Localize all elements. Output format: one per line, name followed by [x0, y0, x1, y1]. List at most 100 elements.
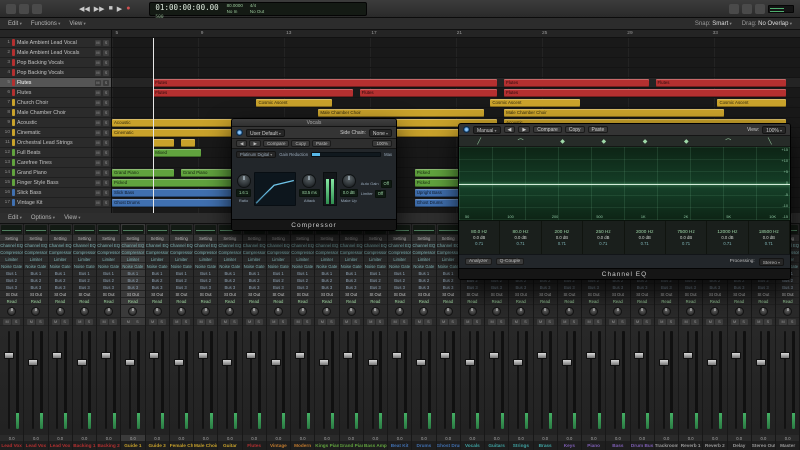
insert-slot[interactable]: Noise Gate — [0, 262, 24, 269]
eq-thumbnail[interactable] — [25, 225, 47, 234]
fader-cap[interactable] — [731, 351, 742, 359]
insert-slot[interactable]: Channel EQ — [242, 241, 266, 248]
solo-button[interactable]: S — [569, 318, 578, 325]
fader-cap[interactable] — [561, 359, 572, 367]
pan-knob[interactable] — [783, 306, 793, 316]
drag-control[interactable]: Drag: No Overlap — [742, 21, 792, 27]
insert-slot[interactable]: Noise Gate — [363, 262, 387, 269]
send-slot[interactable]: Bus 1 — [266, 269, 290, 276]
output-slot[interactable]: St Out — [24, 290, 48, 297]
solo-button[interactable]: S — [763, 318, 772, 325]
pan-knob[interactable] — [152, 306, 162, 316]
pan-knob[interactable] — [298, 306, 308, 316]
send-slot[interactable]: Bus 3 — [509, 283, 533, 290]
channel-strip[interactable]: SettingChannel EQCompressorLimiterNoise … — [218, 224, 243, 450]
send-slot[interactable]: Bus 3 — [533, 283, 557, 290]
send-slot[interactable]: Bus 1 — [291, 269, 315, 276]
mute-button[interactable]: M — [560, 318, 569, 325]
track-header[interactable]: 6 Flutes M S — [0, 88, 111, 98]
insert-slot[interactable]: Noise Gate — [339, 262, 363, 269]
eq-band-button-6[interactable]: ◆ — [684, 138, 689, 145]
channel-setting-slot[interactable]: Setting — [412, 234, 436, 241]
send-slot[interactable]: Bus 1 — [242, 269, 266, 276]
mute-button[interactable]: M — [585, 318, 594, 325]
send-slot[interactable]: Bus 1 — [412, 269, 436, 276]
output-slot[interactable]: St Out — [485, 290, 509, 297]
insert-slot[interactable]: Channel EQ — [388, 241, 412, 248]
region[interactable]: Cosmic Ascent — [490, 99, 580, 107]
channel-strip[interactable]: SettingChannel EQCompressorLimiterNoise … — [242, 224, 267, 450]
knob-dial[interactable] — [302, 174, 317, 188]
mixer-menu-options[interactable]: Options — [31, 215, 55, 221]
channel-setting-slot[interactable]: Setting — [0, 234, 24, 241]
region[interactable]: Male Chamber Choir — [318, 109, 484, 117]
region[interactable]: Flutes — [153, 89, 353, 97]
channel-setting-slot[interactable]: Setting — [48, 234, 72, 241]
track-solo-button[interactable]: S — [103, 169, 109, 176]
insert-slot[interactable]: Limiter — [436, 255, 460, 262]
eq-thumbnail[interactable] — [146, 225, 168, 234]
eq-power-button[interactable] — [463, 126, 470, 133]
output-slot[interactable]: St Out — [582, 290, 606, 297]
region[interactable]: Male Chamber Choir — [504, 109, 725, 117]
eq-prev-preset-button[interactable]: ◀ — [503, 126, 516, 133]
eq-thumbnail[interactable] — [49, 225, 71, 234]
insert-slot[interactable]: Limiter — [169, 255, 193, 262]
eq-band-column[interactable]: 2000 Hz 0.0 dB 0.71 — [625, 221, 666, 254]
send-slot[interactable]: Bus 3 — [654, 283, 678, 290]
solo-button[interactable]: S — [181, 318, 190, 325]
send-slot[interactable]: Bus 2 — [388, 276, 412, 283]
output-slot[interactable]: St Out — [121, 290, 145, 297]
channel-name[interactable]: Flutes — [242, 441, 266, 450]
pan-knob[interactable] — [128, 306, 138, 316]
prev-preset-button[interactable]: ◀ — [236, 140, 248, 147]
channel-strip[interactable]: SettingChannel EQCompressorLimiterNoise … — [266, 224, 291, 450]
mute-button[interactable]: M — [682, 318, 691, 325]
insert-slot[interactable]: Noise Gate — [291, 262, 315, 269]
channel-strip[interactable]: SettingChannel EQCompressorLimiterNoise … — [97, 224, 122, 450]
track-header[interactable]: 2 Male Ambient Lead Vocals M S — [0, 48, 111, 58]
inspector-icon[interactable] — [19, 3, 29, 14]
eq-band-column[interactable]: 80.0 Hz 0.0 dB 0.71 — [459, 221, 501, 254]
fader-cap[interactable] — [28, 359, 39, 367]
preset-menu[interactable]: User Default — [246, 128, 285, 137]
fader-cap[interactable] — [270, 359, 281, 367]
channel-name[interactable]: Male Choir — [194, 441, 218, 450]
output-slot[interactable]: St Out — [388, 290, 412, 297]
send-slot[interactable]: Bus 3 — [218, 283, 242, 290]
insert-slot[interactable]: Limiter — [363, 255, 387, 262]
insert-slot[interactable]: Channel EQ — [291, 241, 315, 248]
output-slot[interactable]: St Out — [533, 290, 557, 297]
track-lane[interactable]: Cosmic Ascent Cosmic Ascent Cosmic Ascent — [112, 98, 800, 108]
track-lane[interactable]: Male Chamber Choir Male Chamber Choir — [112, 108, 800, 118]
insert-slot[interactable]: Compressor — [363, 248, 387, 255]
mute-button[interactable]: M — [706, 318, 715, 325]
channel-name[interactable]: Reverb 1 — [679, 441, 703, 450]
track-mute-button[interactable]: M — [95, 149, 101, 156]
fader-cap[interactable] — [246, 351, 257, 359]
pan-knob[interactable] — [686, 306, 696, 316]
mute-button[interactable]: M — [730, 318, 739, 325]
fader-cap[interactable] — [76, 359, 87, 367]
insert-slot[interactable]: Noise Gate — [242, 262, 266, 269]
fader-cap[interactable] — [125, 359, 136, 367]
channel-strip[interactable]: SettingChannel EQCompressorLimiterNoise … — [121, 224, 146, 450]
eq-band-button-1[interactable]: ╱ — [477, 138, 481, 145]
pan-knob[interactable] — [564, 306, 574, 316]
insert-slot[interactable]: Limiter — [48, 255, 72, 262]
channel-setting-slot[interactable]: Setting — [291, 234, 315, 241]
mute-button[interactable]: M — [633, 318, 642, 325]
automation-slot[interactable]: Read — [388, 297, 412, 304]
pan-knob[interactable] — [31, 306, 41, 316]
track-header[interactable]: 16 Slick Bass M S — [0, 188, 111, 198]
insert-slot[interactable]: Compressor — [194, 248, 218, 255]
pan-knob[interactable] — [637, 306, 647, 316]
insert-slot[interactable]: Limiter — [218, 255, 242, 262]
channel-name[interactable]: Piano — [582, 441, 606, 450]
track-mute-button[interactable]: M — [95, 99, 101, 106]
insert-slot[interactable]: Channel EQ — [363, 241, 387, 248]
automation-slot[interactable]: Read — [654, 297, 678, 304]
mute-button[interactable]: M — [415, 318, 424, 325]
track-solo-button[interactable]: S — [103, 109, 109, 116]
send-slot[interactable]: Bus 3 — [751, 283, 775, 290]
